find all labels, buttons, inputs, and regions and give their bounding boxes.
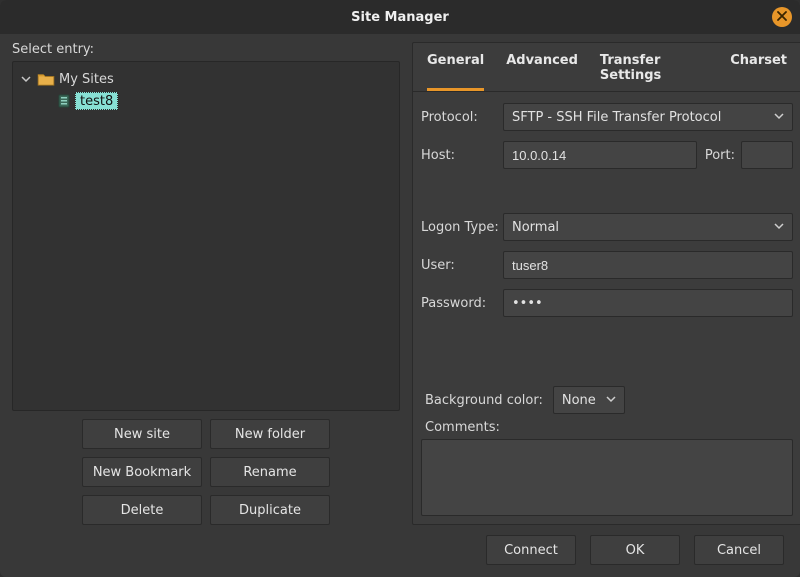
- comments-label: Comments:: [421, 420, 793, 439]
- tree-root-row[interactable]: My Sites: [13, 68, 399, 90]
- port-label: Port:: [697, 148, 741, 163]
- password-input[interactable]: ••••: [503, 289, 793, 317]
- rename-button[interactable]: Rename: [210, 457, 330, 487]
- tree-root-label: My Sites: [59, 72, 114, 87]
- password-row: Password: ••••: [421, 288, 793, 318]
- site-manager-window: Site Manager Select entry:: [0, 0, 800, 577]
- window-title: Site Manager: [351, 10, 449, 25]
- delete-button[interactable]: Delete: [82, 495, 202, 525]
- main-row: Select entry: My Sites: [12, 42, 788, 525]
- tab-charset[interactable]: Charset: [730, 53, 787, 91]
- protocol-label: Protocol:: [421, 110, 503, 125]
- logon-type-value: Normal: [512, 220, 559, 235]
- new-bookmark-button[interactable]: New Bookmark: [82, 457, 202, 487]
- host-input[interactable]: [503, 141, 697, 169]
- tab-advanced[interactable]: Advanced: [506, 53, 578, 91]
- tab-separator: [413, 91, 800, 92]
- site-tree[interactable]: My Sites test8: [12, 61, 400, 411]
- comments-textarea[interactable]: [421, 439, 793, 516]
- port-input[interactable]: [741, 141, 793, 169]
- background-color-select[interactable]: None: [553, 386, 625, 414]
- chevron-down-icon: [606, 393, 616, 408]
- left-pane: Select entry: My Sites: [12, 42, 400, 525]
- new-site-button[interactable]: New site: [82, 419, 202, 449]
- select-entry-label: Select entry:: [12, 42, 400, 57]
- server-icon: [57, 94, 71, 108]
- close-icon: [777, 10, 787, 25]
- connect-button[interactable]: Connect: [486, 535, 576, 565]
- tab-general[interactable]: General: [427, 53, 484, 91]
- logon-type-label: Logon Type:: [421, 220, 503, 235]
- close-button[interactable]: [772, 7, 792, 27]
- footer-buttons: Connect OK Cancel: [12, 525, 788, 569]
- user-input[interactable]: [503, 251, 793, 279]
- protocol-value: SFTP - SSH File Transfer Protocol: [512, 110, 721, 125]
- cancel-button[interactable]: Cancel: [694, 535, 784, 565]
- tree-site-row[interactable]: test8: [13, 90, 399, 112]
- right-pane: General Advanced Transfer Settings Chars…: [412, 42, 800, 525]
- duplicate-button[interactable]: Duplicate: [210, 495, 330, 525]
- new-folder-button[interactable]: New folder: [210, 419, 330, 449]
- protocol-select[interactable]: SFTP - SSH File Transfer Protocol: [503, 103, 793, 131]
- chevron-down-icon[interactable]: [19, 74, 33, 84]
- background-color-value: None: [562, 393, 596, 408]
- chevron-down-icon: [774, 220, 784, 235]
- content-area: Select entry: My Sites: [0, 34, 800, 577]
- password-value: ••••: [512, 296, 543, 311]
- host-label: Host:: [421, 148, 503, 163]
- user-row: User:: [421, 250, 793, 280]
- spacer: [421, 178, 793, 212]
- protocol-row: Protocol: SFTP - SSH File Transfer Proto…: [421, 102, 793, 132]
- bgcolor-row: Background color: None: [421, 376, 793, 420]
- logon-row: Logon Type: Normal: [421, 212, 793, 242]
- spacer: [421, 326, 793, 376]
- logon-type-select[interactable]: Normal: [503, 213, 793, 241]
- site-action-buttons: New site New folder New Bookmark Rename …: [12, 411, 400, 525]
- host-row: Host: Port:: [421, 140, 793, 170]
- titlebar: Site Manager: [0, 0, 800, 34]
- user-label: User:: [421, 258, 503, 273]
- background-color-label: Background color:: [425, 393, 543, 408]
- ok-button[interactable]: OK: [590, 535, 680, 565]
- tree-site-label[interactable]: test8: [75, 92, 118, 110]
- tabs: General Advanced Transfer Settings Chars…: [421, 43, 793, 91]
- tab-transfer-settings[interactable]: Transfer Settings: [600, 53, 708, 91]
- chevron-down-icon: [774, 110, 784, 125]
- folder-icon: [37, 72, 55, 86]
- password-label: Password:: [421, 296, 503, 311]
